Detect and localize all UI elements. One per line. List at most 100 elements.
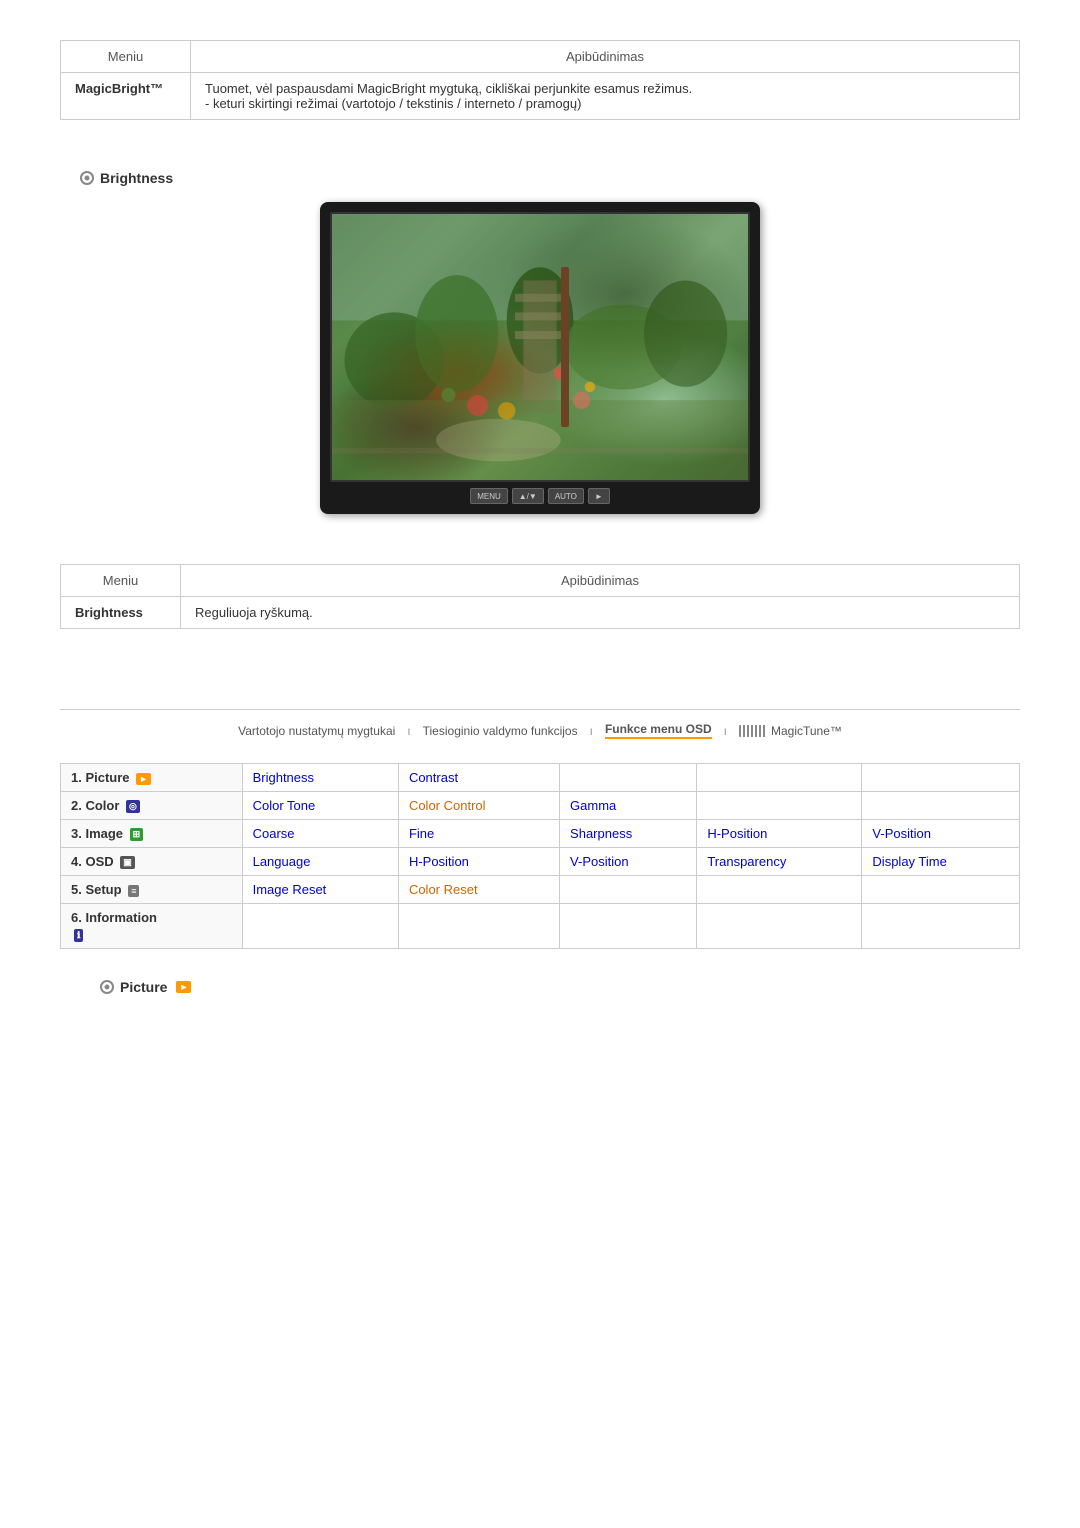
vposition-cell[interactable]: V-Position — [862, 820, 1020, 848]
top-info-table: Meniu Apibūdinimas MagicBright™ Tuomet, … — [60, 40, 1020, 120]
picture-contrast-cell[interactable]: Contrast — [398, 764, 559, 792]
color-empty2 — [862, 792, 1020, 820]
brightness-link[interactable]: Brightness — [253, 770, 314, 785]
menu-row-information-label: 6. Information ℹ — [61, 904, 243, 949]
bottom-picture-section: Picture ► — [80, 979, 1020, 995]
mid-info-table: Meniu Apibūdinimas Brightness Reguliuoja… — [60, 564, 1020, 629]
osd-label-text: 4. OSD — [71, 854, 117, 869]
information-label-text: 6. Information — [71, 910, 157, 925]
brightness-title-text: Brightness — [100, 170, 173, 186]
nav-item-user-settings[interactable]: Vartotojo nustatymų mygtukai — [238, 724, 395, 738]
transparency-cell[interactable]: Transparency — [697, 848, 862, 876]
screen-svg — [332, 214, 748, 480]
display-time-link[interactable]: Display Time — [872, 854, 946, 869]
color-control-cell[interactable]: Color Control — [398, 792, 559, 820]
info-empty3 — [560, 904, 697, 949]
brightness-btn[interactable]: ▲/▼ — [512, 488, 544, 504]
nav-item-direct-control[interactable]: Tiesioginio valdymo funkcijos — [423, 724, 578, 738]
menu-row-color-label: 2. Color ◎ — [61, 792, 243, 820]
fine-link[interactable]: Fine — [409, 826, 434, 841]
magictune-icon — [739, 725, 767, 737]
contrast-link[interactable]: Contrast — [409, 770, 458, 785]
table-row: 1. Picture ► Brightness Contrast — [61, 764, 1020, 792]
mid-table-brightness-desc: Reguliuoja ryškumą. — [181, 597, 1020, 629]
picture-section-text: Picture — [120, 979, 167, 995]
coarse-cell[interactable]: Coarse — [242, 820, 398, 848]
display-time-cell[interactable]: Display Time — [862, 848, 1020, 876]
setup-empty3 — [862, 876, 1020, 904]
picture-section-icon — [100, 980, 114, 994]
menu-row-osd-label: 4. OSD ▣ — [61, 848, 243, 876]
osd-vposition-cell[interactable]: V-Position — [560, 848, 697, 876]
info-empty2 — [398, 904, 559, 949]
top-table-col1-header: Meniu — [61, 41, 191, 73]
gamma-link[interactable]: Gamma — [570, 798, 616, 813]
monitor-controls: MENU ▲/▼ AUTO ► — [330, 482, 750, 506]
menu-row-setup-label: 5. Setup ≡ — [61, 876, 243, 904]
picture-empty2 — [697, 764, 862, 792]
auto-btn[interactable]: AUTO — [548, 488, 584, 504]
nav-item-osd-menu[interactable]: Funkce menu OSD — [605, 722, 712, 739]
color-badge: ◎ — [126, 800, 140, 813]
language-link[interactable]: Language — [253, 854, 311, 869]
osd-hposition-link[interactable]: H-Position — [409, 854, 469, 869]
menu-btn[interactable]: MENU — [470, 488, 508, 504]
picture-section-badge: ► — [176, 981, 191, 993]
gamma-cell[interactable]: Gamma — [560, 792, 697, 820]
hposition-link[interactable]: H-Position — [707, 826, 767, 841]
osd-hposition-cell[interactable]: H-Position — [398, 848, 559, 876]
nav-brand-magictune: MagicTune™ — [739, 724, 842, 738]
menu-row-picture-label: 1. Picture ► — [61, 764, 243, 792]
mid-table-brightness-label: Brightness — [61, 597, 181, 629]
color-empty1 — [697, 792, 862, 820]
picture-brightness-cell[interactable]: Brightness — [242, 764, 398, 792]
color-reset-link[interactable]: Color Reset — [409, 882, 478, 897]
menu-row-image-label: 3. Image ⊞ — [61, 820, 243, 848]
nav-sep-2: ı — [590, 724, 593, 738]
monitor-screen — [330, 212, 750, 482]
fine-cell[interactable]: Fine — [398, 820, 559, 848]
picture-empty3 — [862, 764, 1020, 792]
hposition-cell[interactable]: H-Position — [697, 820, 862, 848]
transparency-link[interactable]: Transparency — [707, 854, 786, 869]
setup-empty2 — [697, 876, 862, 904]
vposition-link[interactable]: V-Position — [872, 826, 931, 841]
sharpness-cell[interactable]: Sharpness — [560, 820, 697, 848]
color-tone-cell[interactable]: Color Tone — [242, 792, 398, 820]
image-label-text: 3. Image — [71, 826, 127, 841]
image-reset-link[interactable]: Image Reset — [253, 882, 327, 897]
table-row: 4. OSD ▣ Language H-Position V-Position … — [61, 848, 1020, 876]
monitor-container: MENU ▲/▼ AUTO ► — [60, 202, 1020, 514]
color-reset-cell[interactable]: Color Reset — [398, 876, 559, 904]
osd-vposition-link[interactable]: V-Position — [570, 854, 629, 869]
nav-sep-1: ı — [407, 724, 410, 738]
info-empty4 — [697, 904, 862, 949]
sharpness-link[interactable]: Sharpness — [570, 826, 632, 841]
nav-brand-label: MagicTune™ — [771, 724, 842, 738]
setup-empty1 — [560, 876, 697, 904]
setup-label-text: 5. Setup — [71, 882, 125, 897]
menu-grid-table: 1. Picture ► Brightness Contrast 2. Colo… — [60, 763, 1020, 949]
table-row: 6. Information ℹ — [61, 904, 1020, 949]
top-table-col2-header: Apibūdinimas — [191, 41, 1020, 73]
setup-badge: ≡ — [128, 885, 139, 897]
color-control-link[interactable]: Color Control — [409, 798, 486, 813]
picture-section-title: Picture ► — [100, 979, 1020, 995]
brightness-section-title: Brightness — [80, 170, 1020, 186]
osd-badge: ▣ — [120, 856, 135, 869]
enter-btn[interactable]: ► — [588, 488, 610, 504]
coarse-link[interactable]: Coarse — [253, 826, 295, 841]
mid-table-col1-header: Meniu — [61, 565, 181, 597]
table-row: 3. Image ⊞ Coarse Fine Sharpness H-Posit… — [61, 820, 1020, 848]
information-badge: ℹ — [74, 929, 83, 942]
table-row: 2. Color ◎ Color Tone Color Control Gamm… — [61, 792, 1020, 820]
color-label-text: 2. Color — [71, 798, 123, 813]
brightness-icon — [80, 171, 94, 185]
image-reset-cell[interactable]: Image Reset — [242, 876, 398, 904]
color-tone-link[interactable]: Color Tone — [253, 798, 316, 813]
table-row: 5. Setup ≡ Image Reset Color Reset — [61, 876, 1020, 904]
navigation-bar: Vartotojo nustatymų mygtukai ı Tiesiogin… — [60, 709, 1020, 739]
picture-badge: ► — [136, 773, 151, 785]
language-cell[interactable]: Language — [242, 848, 398, 876]
info-empty5 — [862, 904, 1020, 949]
